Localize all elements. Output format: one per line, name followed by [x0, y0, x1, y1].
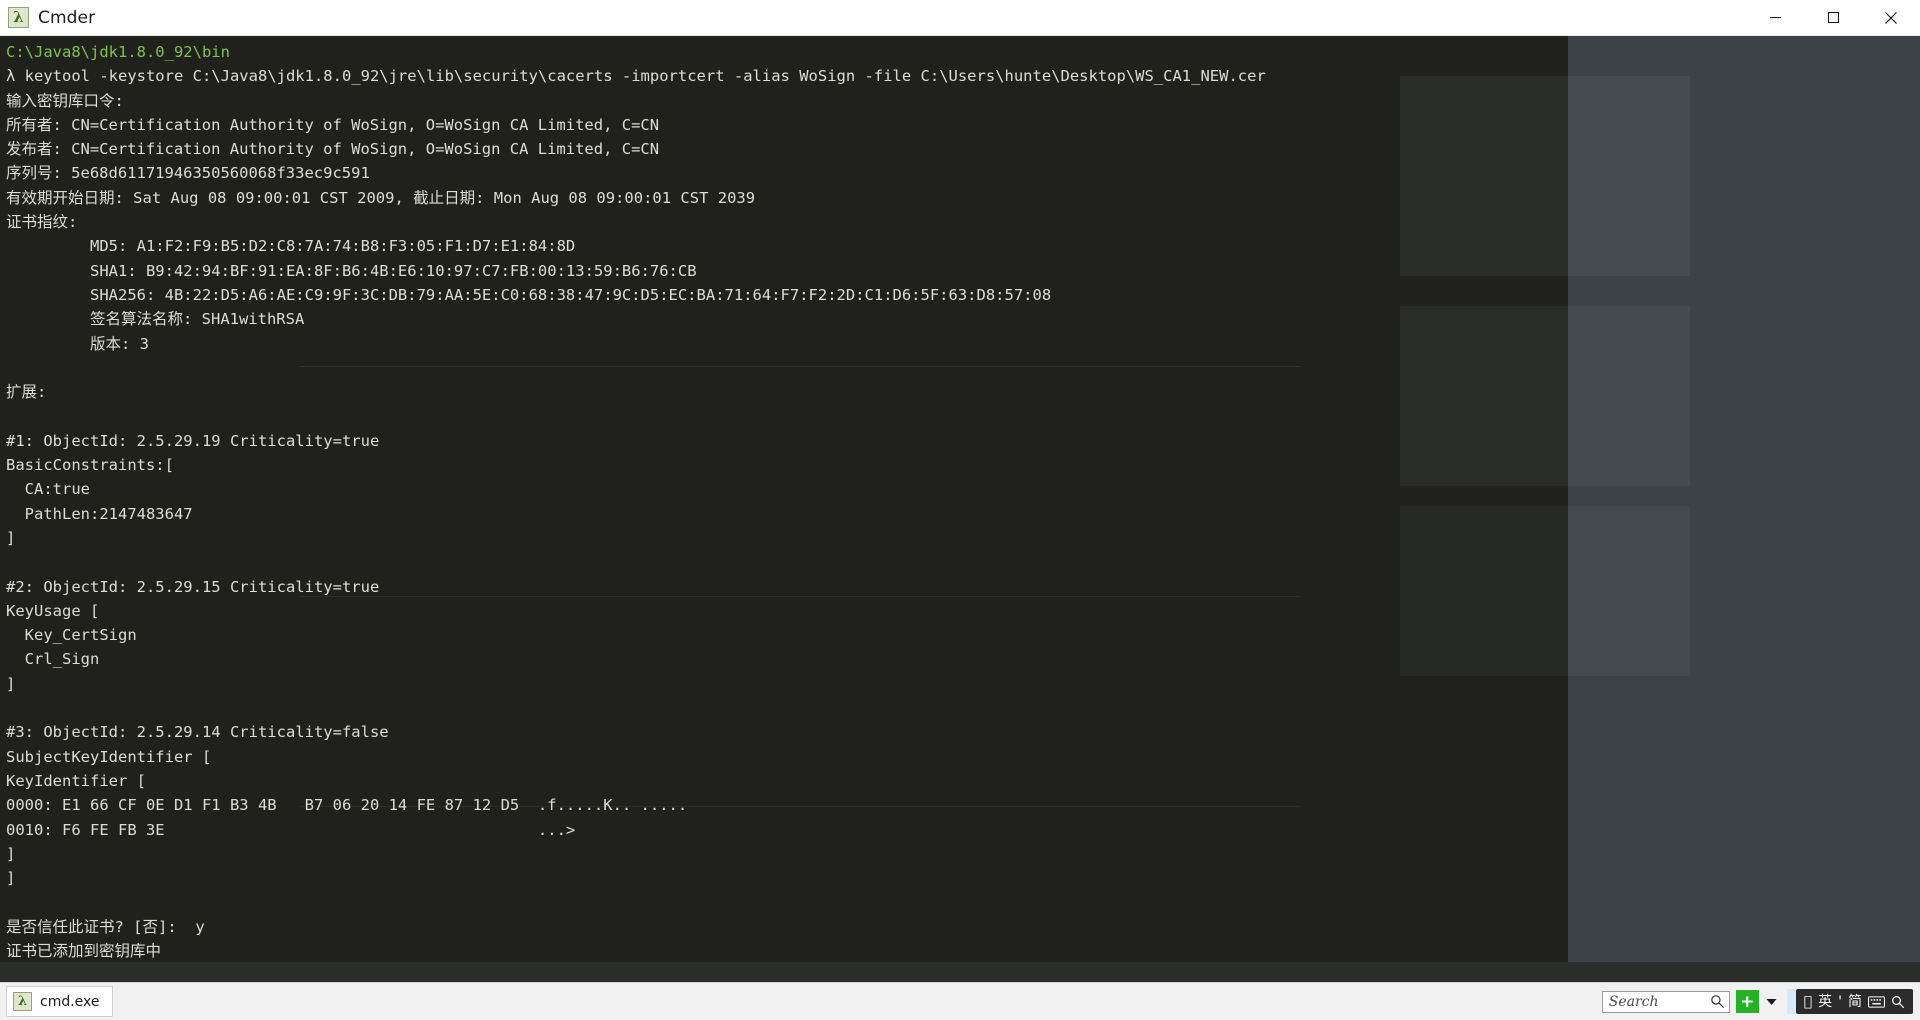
- console-line: PathLen:2147483647: [6, 504, 193, 523]
- console-line: SHA256: 4B:22:D5:A6:AE:C9:9F:3C:DB:79:AA…: [6, 285, 1052, 304]
- ime-script-button[interactable]: 简: [1845, 995, 1865, 1009]
- console-line: 发布者: CN=Certification Authority of WoSig…: [6, 140, 660, 159]
- console-line: SHA1: B9:42:94:BF:91:EA:8F:B6:4B:E6:10:9…: [6, 261, 697, 280]
- console-line: 序列号: 5e68d61171946350560068f33ec9c591: [6, 164, 370, 183]
- ime-language-button[interactable]: 英: [1815, 995, 1835, 1009]
- console-line: #2: ObjectId: 2.5.29.15 Criticality=true: [6, 577, 380, 596]
- console-line: ]: [6, 844, 16, 863]
- console-line: 扩展:: [6, 383, 56, 402]
- window-titlebar: λ Cmder: [0, 0, 1920, 36]
- console-line: 有效期开始日期: Sat Aug 08 09:00:01 CST 2009, 截…: [6, 188, 756, 207]
- console-line: 证书已添加到密钥库中: [6, 941, 162, 960]
- console-line: #1: ObjectId: 2.5.29.19 Criticality=true: [6, 431, 380, 450]
- console-line: 证书指纹:: [6, 213, 78, 232]
- console-line: 0000: E1 66 CF 0E D1 F1 B3 4B B7 06 20 1…: [6, 796, 688, 815]
- console-line: λ keytool -keystore C:\Java8\jdk1.8.0_92…: [6, 67, 1266, 86]
- desktop-root: λ Cmder C:\Java8\jdk1.8.0_92\bin λ keyto…: [0, 0, 1920, 1020]
- taskbar: λ cmd.exe Search + : [0, 982, 1920, 1020]
- console-line: KeyIdentifier [: [6, 771, 146, 790]
- search-input[interactable]: Search: [1601, 990, 1730, 1013]
- console-line: 0010: F6 FE FB 3E ...>: [6, 820, 576, 839]
- maximize-button[interactable]: [1804, 0, 1862, 35]
- taskbar-item-cmd[interactable]: λ cmd.exe: [6, 986, 113, 1017]
- apple-icon[interactable]: : [1801, 995, 1815, 1009]
- taskbar-item-label: cmd.exe: [40, 993, 100, 1010]
- minimize-button[interactable]: [1746, 0, 1804, 35]
- ime-handle[interactable]: [1786, 989, 1796, 1014]
- window-controls: [1746, 0, 1920, 35]
- search-input-text: Search: [1608, 993, 1659, 1010]
- console-line: ]: [6, 869, 16, 888]
- console-line: 版本: 3: [6, 334, 149, 353]
- show-hidden-icons-button[interactable]: [1763, 990, 1781, 1013]
- system-tray: Search +  英 ' 简: [1601, 983, 1920, 1020]
- console-line: SubjectKeyIdentifier [: [6, 747, 212, 766]
- window-title: Cmder: [38, 7, 96, 28]
- console-line: CA:true: [6, 480, 90, 499]
- maximize-icon: [1827, 11, 1839, 24]
- console-line: 所有者: CN=Certification Authority of WoSig…: [6, 115, 660, 134]
- add-button[interactable]: +: [1735, 990, 1759, 1013]
- console-line: ]: [6, 528, 16, 547]
- console-line: 签名算法名称: SHA1withRSA: [6, 310, 305, 329]
- plus-icon: +: [1740, 991, 1755, 1012]
- ime-search-icon[interactable]: [1888, 995, 1908, 1009]
- console-line: ]: [6, 674, 16, 693]
- console-line: 是否信任此证书? [否]: y: [6, 917, 205, 936]
- console-output: C:\Java8\jdk1.8.0_92\bin λ keytool -keyst…: [0, 36, 1920, 982]
- chevron-down-icon: [1766, 998, 1777, 1005]
- console-line: KeyUsage [: [6, 601, 100, 620]
- minimize-icon: [1769, 17, 1781, 19]
- console-line: Crl_Sign: [6, 650, 100, 669]
- terminal-window[interactable]: C:\Java8\jdk1.8.0_92\bin λ keytool -keyst…: [0, 36, 1920, 982]
- close-button[interactable]: [1862, 0, 1920, 35]
- console-line: 输入密钥库口令:: [6, 91, 124, 110]
- ime-punctuation-button[interactable]: ': [1835, 995, 1845, 1009]
- console-line: C:\Java8\jdk1.8.0_92\bin: [6, 43, 230, 61]
- ime-language-bar:  英 ' 简: [1795, 989, 1913, 1014]
- console-line: Key_CertSign: [6, 626, 137, 645]
- lambda-icon: λ: [8, 7, 29, 28]
- search-icon: [1710, 995, 1724, 1009]
- close-icon: [1885, 11, 1897, 24]
- console-line: BasicConstraints:[: [6, 456, 174, 475]
- console-line: #3: ObjectId: 2.5.29.14 Criticality=fals…: [6, 723, 389, 742]
- console-line: MD5: A1:F2:F9:B5:D2:C8:7A:74:B8:F3:05:F1…: [6, 237, 576, 256]
- lambda-icon: λ: [13, 992, 32, 1011]
- keyboard-icon[interactable]: [1865, 995, 1888, 1009]
